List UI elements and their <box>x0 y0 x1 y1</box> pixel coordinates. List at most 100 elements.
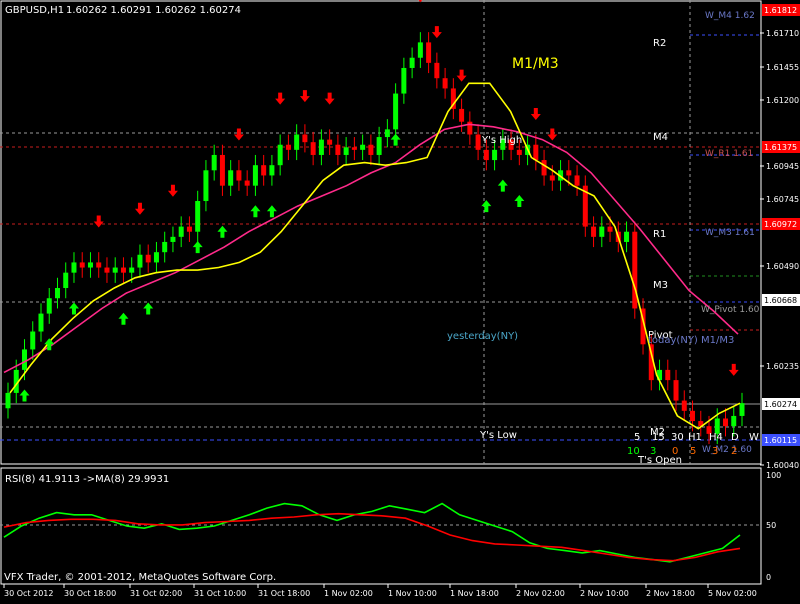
candle-body <box>112 267 118 273</box>
price-badge-label: 1.60274 <box>764 400 797 409</box>
weekly-label-w-pivot: W_Pivot 1.60 <box>701 305 760 315</box>
timeframe-label: 5 <box>634 432 640 443</box>
up-arrow-icon <box>497 179 508 192</box>
time-axis-label: 30 Oct 2012 <box>4 589 53 598</box>
candle-body <box>368 144 374 155</box>
time-axis-label: 30 Oct 18:00 <box>64 589 116 598</box>
candle-body <box>516 149 522 155</box>
timeframe-row-top: 5 15 30 H1 H4 D W <box>634 432 759 443</box>
candles <box>5 32 745 445</box>
candle-body <box>681 400 687 411</box>
yesterday-ny-label: yesterday(NY) <box>447 331 518 342</box>
price-tick-label: 1.61200 <box>766 96 799 105</box>
up-arrow-icon <box>514 195 525 208</box>
candle-body <box>302 134 308 143</box>
rsi-ma-line <box>3 512 741 562</box>
candle-body <box>739 403 745 416</box>
candle-body <box>335 144 341 155</box>
price-tick-label: 1.60945 <box>766 162 799 171</box>
candle-body <box>145 254 151 263</box>
time-axis-label: 1 Nov 18:00 <box>450 589 499 598</box>
up-arrow-icon <box>143 302 154 315</box>
candle-body <box>360 144 366 150</box>
timeframe-count: 2 <box>731 446 737 457</box>
rsi-axis-label: 0 <box>766 573 771 582</box>
candle-body <box>549 175 555 181</box>
time-axis-label: 2 Nov 18:00 <box>646 589 695 598</box>
down-arrow-icon <box>456 69 467 82</box>
candle-body <box>211 154 217 171</box>
candle-body <box>483 149 489 161</box>
weekly-label-w-m2: W_M2 1.60 <box>702 445 752 455</box>
rsi-axis-label: 100 <box>766 471 781 480</box>
rsi-axis-label: 50 <box>766 521 776 530</box>
candle-body <box>294 134 300 150</box>
candle-body <box>459 108 465 122</box>
candle-body <box>54 288 60 299</box>
timeframe-label: D <box>731 432 739 443</box>
candle-body <box>574 175 580 186</box>
chart-header-symbol: GBPUSD,H1 <box>5 5 64 16</box>
ys-low-label: Y's Low <box>479 430 517 441</box>
candle-body <box>384 129 390 138</box>
up-arrow-icon <box>68 302 79 315</box>
time-axis-label: 2 Nov 10:00 <box>580 589 629 598</box>
price-badge-label: 1.60972 <box>764 220 797 229</box>
candle-body <box>277 144 283 166</box>
rsi-label: RSI(8) 41.9113 ->MA(8) 29.9931 <box>5 474 169 485</box>
price-tick-label: 1.60745 <box>766 195 799 204</box>
candle-body <box>203 170 209 202</box>
price-tick-label: 1.61455 <box>766 63 799 72</box>
down-arrow-icon <box>431 26 442 39</box>
down-arrow-icon <box>233 128 244 141</box>
candle-body <box>261 165 267 176</box>
candle-body <box>426 42 432 63</box>
price-badge-label: 1.61812 <box>764 6 797 15</box>
up-arrow-icon <box>19 389 30 402</box>
candle-body <box>228 170 234 186</box>
candle-body <box>541 160 547 176</box>
candle-body <box>46 298 52 314</box>
down-arrow-icon <box>134 202 145 215</box>
up-arrow-icon <box>118 312 129 325</box>
time-axis-label: 2 Nov 02:00 <box>516 589 565 598</box>
timeframe-label: 15 <box>652 432 665 443</box>
time-axis: 30 Oct 2012 30 Oct 18:00 31 Oct 02:00 31 Oc… <box>3 584 757 598</box>
candle-body <box>236 170 242 181</box>
candle-body <box>178 226 184 237</box>
candle-body <box>343 147 349 155</box>
down-arrow-icon <box>324 92 335 105</box>
pivot-label-m3: M3 <box>653 280 668 291</box>
rsi-plot-frame <box>0 467 762 585</box>
candle-body <box>376 137 382 155</box>
timeframe-count: 10 <box>627 446 640 457</box>
pivot-label-m4: M4 <box>653 132 668 143</box>
time-axis-label: 31 Oct 18:00 <box>258 589 310 598</box>
up-arrow-icon <box>481 200 492 213</box>
candle-body <box>417 42 423 58</box>
footer-copyright: VFX Trader, © 2001-2012, MetaQuotes Soft… <box>4 572 276 583</box>
price-badge-label: 1.61375 <box>764 143 797 152</box>
candle-body <box>219 154 225 186</box>
weekly-label-w-m4: W_M4 1.62 <box>705 11 755 21</box>
candle-body <box>401 67 407 94</box>
moving-averages <box>3 82 741 430</box>
up-arrow-icon <box>266 205 277 218</box>
down-arrow-icon <box>728 363 739 376</box>
candle-body <box>393 93 399 130</box>
candle-body <box>5 392 11 409</box>
price-chart[interactable]: GBPUSD,H1 1.60262 1.60291 1.60262 1.6027… <box>0 0 800 600</box>
today-ny-label: today(NY) M1/M3 <box>648 335 734 346</box>
price-tick-label: 1.60040 <box>766 461 799 470</box>
price-badge-label: 1.60668 <box>764 296 797 305</box>
candle-body <box>327 139 333 145</box>
candle-body <box>269 165 275 176</box>
rsi-axis: 100 50 0 <box>766 471 781 582</box>
timeframe-label: H1 <box>688 432 702 443</box>
weekly-label-w-r1: W_R1 1.61 <box>705 149 753 159</box>
candle-body <box>63 272 69 289</box>
candle-body <box>285 144 291 150</box>
up-arrow-icon <box>250 205 261 218</box>
timeframe-label: W <box>749 432 759 443</box>
ys-high-label: Y's High <box>481 135 522 146</box>
